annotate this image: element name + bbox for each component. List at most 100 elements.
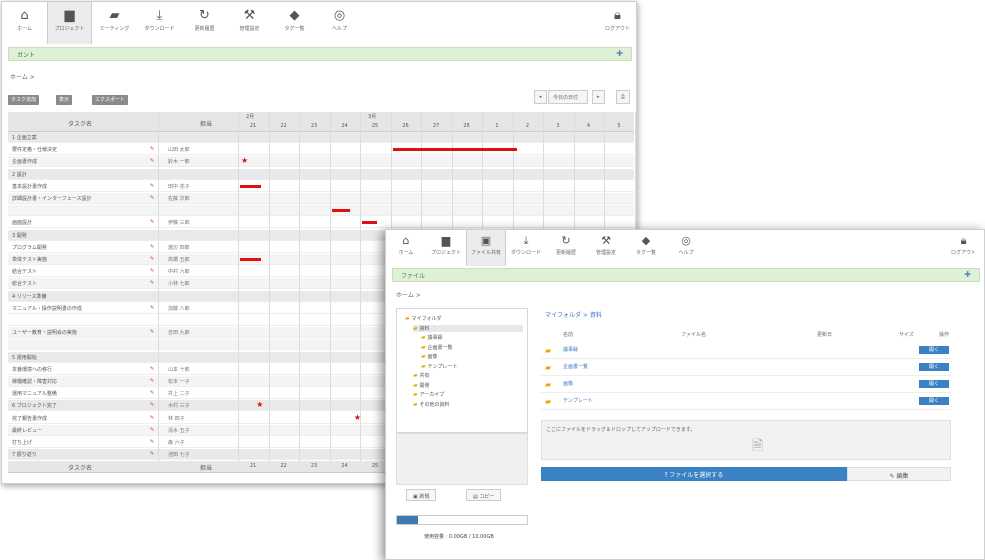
toolbar-item-1[interactable]: ▆ プロジェクト [426,230,466,256]
task-person: 井上 二子 [168,391,190,398]
task-bar[interactable] [362,221,378,225]
task-bar[interactable] [331,209,350,213]
edit-icon[interactable]: ✎ [150,195,154,201]
task-person: 林 四子 [168,415,185,422]
toolbar-item-6[interactable]: ◆ タグ一覧 [626,230,666,256]
drop-zone[interactable]: ここにファイルをドラッグ＆ドロップしてアップロードできます。 🗎 [541,420,951,460]
gantt-day: 5 [617,123,621,129]
toolbar-item-5[interactable]: ⚒ 管理設定 [227,2,272,32]
task-bar[interactable] [240,184,262,188]
edit-button[interactable]: ✎ 編集 [847,467,951,481]
tree-node[interactable]: ▰ 議事録 [421,334,443,341]
task-bar[interactable] [240,258,262,261]
file-row[interactable]: ▰ 議事録 開く [541,342,951,359]
gantt-row[interactable] [8,205,634,217]
tree-node[interactable]: ▰ 画像 [421,353,438,360]
toolbar-item-3[interactable]: ⤓ ダウンロード [506,230,546,256]
logout-button[interactable]: 🔒︎ ログアウト [605,9,630,32]
toolbar-item-2[interactable]: ▣ ファイル共有 [466,230,506,266]
edit-icon[interactable]: ✎ [150,402,154,408]
banner-action-icon[interactable]: ✚ [616,49,623,58]
edit-icon[interactable]: ✎ [150,183,154,189]
edit-icon[interactable]: ✎ [150,378,154,384]
tree-node[interactable]: ▰ 共有 [413,372,430,379]
tree-node[interactable]: ▰ 開発 [413,382,430,389]
wrench-icon: ⚒ [243,8,256,23]
today-button[interactable]: 今日の日付 [548,90,588,104]
task-bar[interactable] [392,148,518,152]
gantt-row[interactable]: 基本設計書作成 ✎ 田中 花子 [8,181,634,192]
file-name[interactable]: 企画書一覧 [563,363,588,370]
export-button[interactable]: エクスポート [92,95,128,105]
edit-icon[interactable]: ✎ [150,366,154,372]
toolbar-item-0[interactable]: ⌂ ホーム [386,230,426,256]
add-task-button[interactable]: タスク追加 [8,95,40,105]
print-icon[interactable]: ⎙ [616,90,631,104]
milestone-icon[interactable]: ★ [354,413,361,422]
open-button[interactable]: 開く [919,380,949,388]
meeting-icon: ▰ [109,8,120,23]
edit-icon[interactable]: ✎ [150,305,154,311]
toolbar-item-2[interactable]: ▰ ミーティング [92,2,137,32]
file-name[interactable]: テンプレート [563,397,593,404]
open-button[interactable]: 開く [919,346,949,354]
banner-action-icon[interactable]: ✚ [964,270,971,279]
file-row[interactable]: ▰ 画像 開く [541,376,951,393]
toolbar-item-4[interactable]: ↻ 更新履歴 [182,2,227,32]
tree-node[interactable]: ▰ その他の資料 [413,401,450,408]
toolbar-item-1[interactable]: ▆ プロジェクト [47,2,92,44]
edit-icon[interactable]: ✎ [150,390,154,396]
edit-icon[interactable]: ✎ [150,244,154,250]
folder-path[interactable]: マイフォルダ > 資料 [545,310,602,319]
edit-icon[interactable]: ✎ [150,451,154,457]
file-row[interactable]: ▰ 企画書一覧 開く [541,359,951,376]
tree-node[interactable]: ▰ マイフォルダ [405,315,442,322]
open-button[interactable]: 開く [919,363,949,371]
toolbar-item-7[interactable]: ◎ ヘルプ [666,230,706,256]
toolbar-item-6[interactable]: ◆ タグ一覧 [272,2,317,32]
edit-icon[interactable]: ✎ [150,427,154,433]
breadcrumb[interactable]: ホーム > [10,72,35,81]
gantt-row[interactable]: 要件定義・仕様決定 ✎ 山田 太郎 [8,144,634,156]
edit-icon[interactable]: ✎ [150,256,154,262]
file-row[interactable]: ▰ テンプレート 開く [541,393,951,410]
edit-icon[interactable]: ✎ [150,329,154,335]
toolbar-item-5[interactable]: ⚒ 管理設定 [586,230,626,256]
prev-button[interactable]: ◂ [534,90,547,104]
tree-node[interactable]: ▰ テンプレート [421,363,457,370]
toolbar-item-4[interactable]: ↻ 更新履歴 [546,230,586,256]
footer-day: 21 [249,463,257,470]
edit-icon[interactable]: ✎ [150,415,154,421]
next-button[interactable]: ▸ [592,90,605,104]
tree-node[interactable]: ▰ 企画書一覧 [421,344,453,351]
edit-icon[interactable]: ✎ [150,158,154,164]
gantt-row[interactable]: 企画書作成 ✎ 鈴木 一郎 [8,156,634,168]
edit-icon[interactable]: ✎ [150,146,154,152]
toolbar-item-3[interactable]: ⤓ ダウンロード [137,2,182,32]
tree-node[interactable]: ▰ 資料 [413,324,523,332]
upload-button[interactable]: ⤒ ファイルを選択する [541,467,847,481]
gantt-row[interactable]: 画面設計 ✎ 伊藤 三郎 [8,217,634,229]
milestone-icon[interactable]: ★ [256,400,263,409]
copy-button[interactable]: ▤ コピー [466,489,502,501]
tree-node[interactable]: ▰ アーカイブ [413,391,444,398]
toolbar-item-0[interactable]: ⌂ ホーム [2,2,47,32]
view-button[interactable]: 表示 [56,95,73,105]
breadcrumb[interactable]: ホーム > [396,290,421,299]
edit-icon[interactable]: ✎ [150,219,154,225]
gantt-row[interactable]: 詳細設計書・インターフェース設計 ✎ 佐藤 次郎 [8,193,634,204]
file-name[interactable]: 議事録 [563,346,578,353]
milestone-icon[interactable]: ★ [241,156,248,165]
gantt-row[interactable]: 1 企画立案 [8,132,634,143]
task-name: プログラム開発 [12,244,47,251]
file-name[interactable]: 画像 [563,380,573,387]
edit-icon[interactable]: ✎ [150,268,154,274]
new-folder-button[interactable]: ▣ 新規 [406,489,437,501]
toolbar-item-7[interactable]: ◎ ヘルプ [317,2,362,32]
edit-icon[interactable]: ✎ [150,439,154,445]
task-name: 結合テスト [12,269,38,276]
logout-button[interactable]: 🔒︎ ログアウト [951,235,976,256]
edit-icon[interactable]: ✎ [150,280,154,286]
open-button[interactable]: 開く [919,397,949,405]
gantt-row[interactable]: 2 設計 [8,168,634,180]
